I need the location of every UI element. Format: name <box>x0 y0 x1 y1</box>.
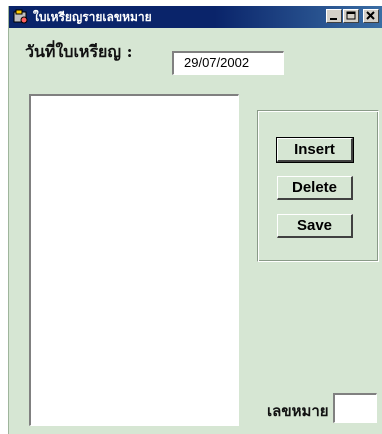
delete-button[interactable]: Delete <box>277 176 353 200</box>
main-window: ใบเหรียญรายเลขหมาย วันที่ใบเหรียญ : 29/0… <box>8 6 382 434</box>
close-icon <box>366 11 375 20</box>
maximize-button[interactable] <box>343 9 359 23</box>
title-bar[interactable]: ใบเหรียญรายเลขหมาย <box>9 6 382 28</box>
save-button[interactable]: Save <box>277 214 353 238</box>
number-list[interactable] <box>29 94 239 426</box>
date-field[interactable]: 29/07/2002 <box>172 51 284 75</box>
close-button[interactable] <box>363 9 379 23</box>
app-icon[interactable] <box>13 9 29 25</box>
insert-button[interactable]: Insert <box>276 137 354 163</box>
minimize-icon <box>330 18 337 20</box>
minimize-button[interactable] <box>326 9 342 23</box>
number-field[interactable] <box>333 393 377 423</box>
window-title: ใบเหรียญรายเลขหมาย <box>33 10 152 24</box>
number-label: เลขหมาย <box>267 402 329 420</box>
maximize-icon <box>346 11 356 20</box>
date-label: วันที่ใบเหรียญ : <box>25 42 133 61</box>
